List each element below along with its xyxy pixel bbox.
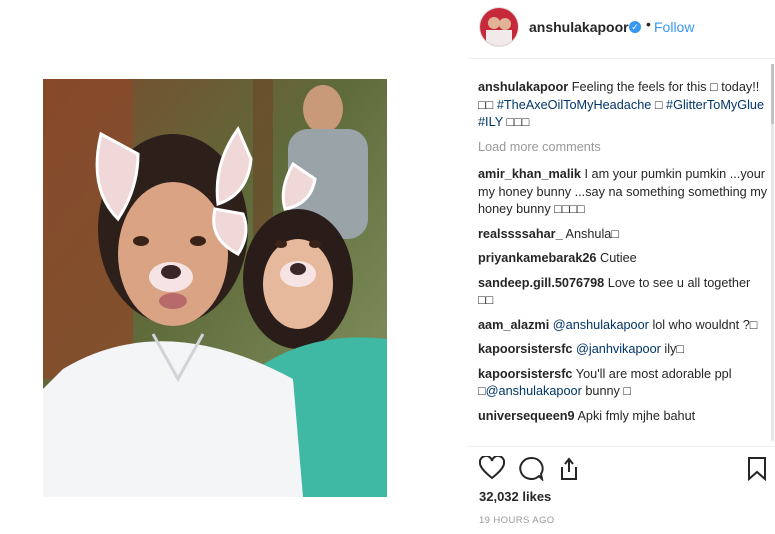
likes-count[interactable]: 32,032 likes bbox=[479, 489, 551, 504]
comment: aam_alazmi @anshulakapoor lol who wouldn… bbox=[478, 317, 768, 335]
hashtag-link[interactable]: #GlitterToMyGlue bbox=[666, 98, 764, 112]
comment-text: Cutiee bbox=[600, 251, 637, 265]
verified-badge-icon: ✓ bbox=[629, 21, 641, 33]
comment-text: bunny □ bbox=[585, 384, 632, 398]
comment: priyankamebarak26 Cutiee bbox=[478, 250, 768, 268]
bookmark-icon[interactable] bbox=[747, 456, 767, 486]
comment: universequeen9 Apki fmly mjhe bahut bbox=[478, 408, 768, 426]
comment: amir_khan_malik I am your pumkin pumkin … bbox=[478, 166, 768, 219]
comment: realssssahar_ Anshula□ bbox=[478, 226, 768, 244]
comments-list: anshulakapoor Feeling the feels for this… bbox=[478, 79, 768, 446]
hashtag-link[interactable]: #ILY bbox=[478, 115, 503, 129]
mention-link[interactable]: @anshulakapoor bbox=[553, 318, 649, 332]
heart-icon[interactable] bbox=[478, 454, 506, 485]
post-timestamp[interactable]: 19 HOURS AGO bbox=[479, 515, 555, 526]
comment-text: Anshula□ bbox=[565, 226, 619, 241]
post-actions-bar: 32,032 likes 19 HOURS AGO bbox=[468, 446, 775, 534]
load-more-comments-button[interactable]: Load more comments bbox=[478, 139, 768, 157]
post-details-panel: anshulakapoor ✓ • Follow anshulakapoor F… bbox=[468, 0, 775, 533]
hashtag-link[interactable]: #TheAxeOilToMyHeadache bbox=[497, 98, 651, 112]
comment: kapoorsistersfc @janhvikapoor ily□ bbox=[478, 341, 768, 359]
post-header: anshulakapoor ✓ • Follow bbox=[468, 0, 775, 59]
comment-username[interactable]: priyankamebarak26 bbox=[478, 251, 597, 265]
comment: sandeep.gill.5076798 Love to see u all t… bbox=[478, 275, 768, 310]
mention-link[interactable]: @anshulakapoor bbox=[486, 384, 582, 398]
post-author-username[interactable]: anshulakapoor bbox=[529, 19, 629, 35]
avatar[interactable] bbox=[480, 8, 518, 46]
follow-button[interactable]: Follow bbox=[654, 19, 694, 35]
comment-icon[interactable] bbox=[518, 456, 544, 486]
post-photo[interactable] bbox=[43, 79, 387, 497]
comment-username[interactable]: kapoorsistersfc bbox=[478, 367, 573, 381]
caption-text-end: □□□ bbox=[502, 115, 530, 129]
comment-text: ily□ bbox=[664, 342, 685, 356]
comment-text: lol who wouldnt ?□ bbox=[652, 317, 758, 332]
comment-username[interactable]: aam_alazmi bbox=[478, 318, 549, 332]
caption-username[interactable]: anshulakapoor bbox=[478, 80, 568, 94]
comments-scrollbar-thumb[interactable] bbox=[771, 64, 774, 124]
comment-username[interactable]: amir_khan_malik bbox=[478, 167, 581, 181]
comment-text: Apki fmly mjhe bahut bbox=[577, 408, 696, 423]
comment-username[interactable]: realssssahar_ bbox=[478, 227, 563, 241]
comment: kapoorsistersfc You'll are most adorable… bbox=[478, 366, 768, 401]
separator-dot: • bbox=[646, 16, 651, 32]
comment-username[interactable]: sandeep.gill.5076798 bbox=[478, 276, 604, 290]
caption-text-mid: □ bbox=[651, 97, 667, 112]
mention-link[interactable]: @janhvikapoor bbox=[576, 342, 661, 356]
comment-username[interactable]: kapoorsistersfc bbox=[478, 342, 573, 356]
post-caption: anshulakapoor Feeling the feels for this… bbox=[478, 79, 768, 132]
comment-username[interactable]: universequeen9 bbox=[478, 409, 575, 423]
share-icon[interactable] bbox=[557, 455, 581, 486]
